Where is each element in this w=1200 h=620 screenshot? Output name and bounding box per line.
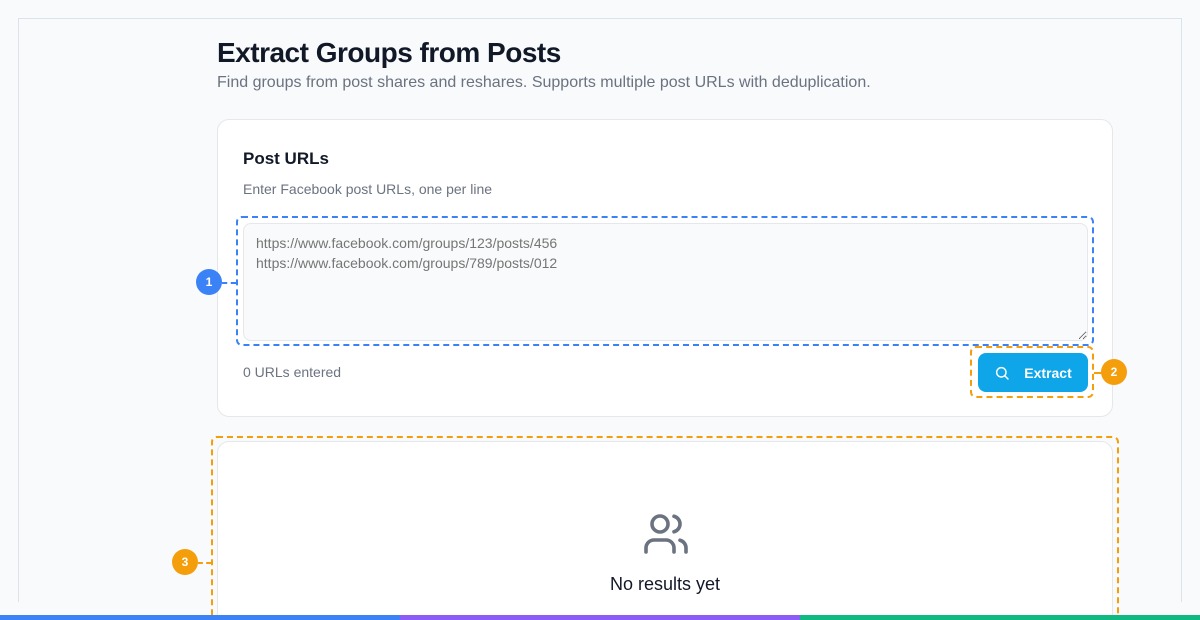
bottom-bar-segment-green [800, 615, 1200, 620]
bottom-gradient-bar [0, 615, 1200, 620]
page-subtitle: Find groups from post shares and reshare… [217, 74, 871, 91]
annotation-connector-1 [222, 282, 236, 284]
annotation-connector-3 [198, 562, 211, 564]
page-title: Extract Groups from Posts [217, 37, 561, 68]
card-description: Enter Facebook post URLs, one per line [243, 181, 493, 197]
post-urls-textarea[interactable] [243, 223, 1088, 341]
results-panel: No results yet [217, 441, 1113, 620]
annotation-badge-2: 2 [1101, 359, 1127, 385]
post-urls-card: Post URLs Enter Facebook post URLs, one … [217, 119, 1113, 417]
bottom-bar-segment-blue [0, 615, 400, 620]
search-icon [996, 366, 1009, 380]
extract-label: Extract [1024, 364, 1072, 381]
annotation-badge-1: 1 [196, 269, 222, 295]
users-icon [644, 514, 688, 554]
card-title: Post URLs [243, 149, 329, 168]
extract-button[interactable]: Extract [978, 353, 1088, 392]
empty-state-title: No results yet [609, 574, 721, 594]
annotation-badge-3: 3 [172, 549, 198, 575]
url-count: 0 URLs entered [243, 364, 342, 380]
bottom-bar-segment-purple [400, 615, 800, 620]
